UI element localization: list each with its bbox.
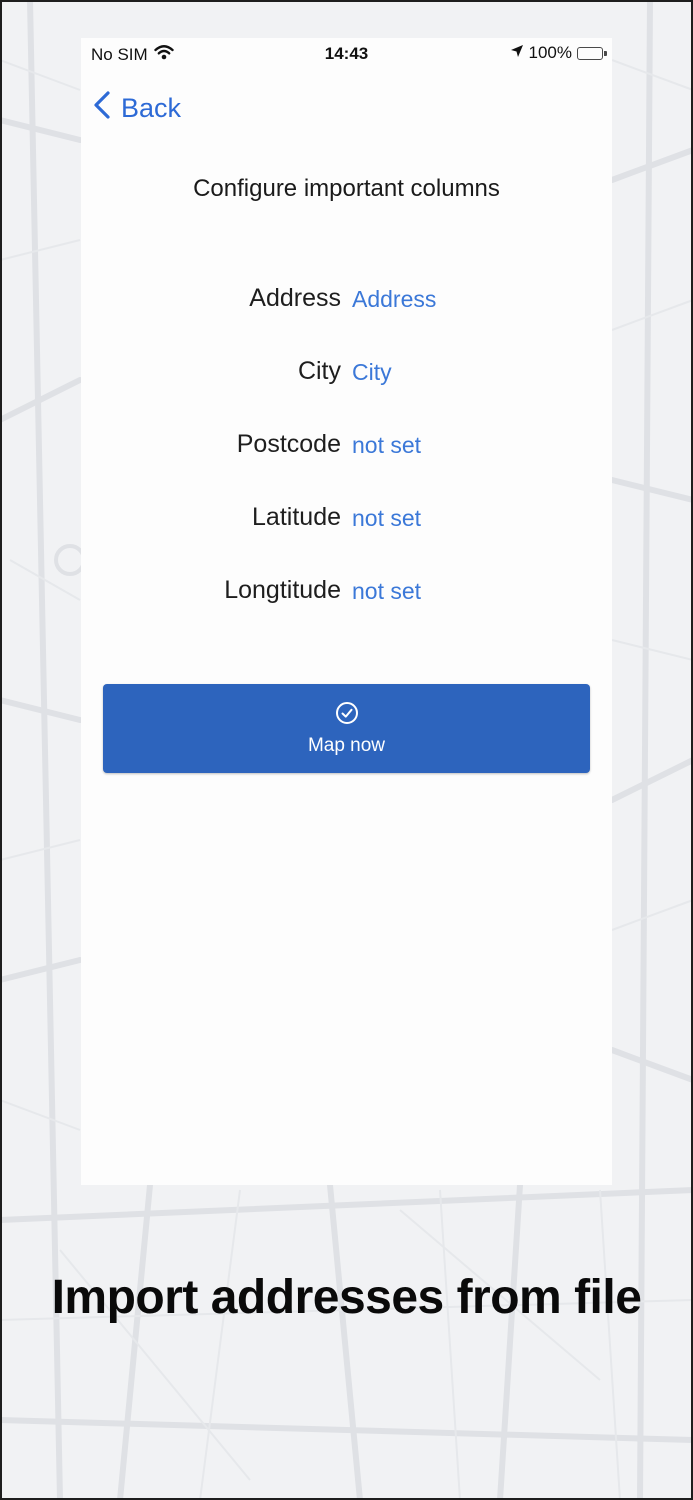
column-label: Longtitude — [224, 576, 341, 604]
column-label: Postcode — [236, 430, 341, 458]
check-circle-icon — [335, 701, 359, 730]
location-arrow-icon — [510, 43, 524, 63]
column-row-longtitude: Longtitude not set — [81, 570, 612, 610]
back-label: Back — [121, 93, 182, 123]
column-row-city: City City — [81, 351, 612, 391]
column-row-address: Address Address — [81, 278, 612, 318]
column-value-postcode[interactable]: not set — [352, 432, 421, 459]
system-status: 100% — [510, 43, 607, 63]
promo-caption: Import addresses from file — [51, 1271, 642, 1324]
map-now-label: Map now — [307, 734, 386, 756]
battery-percent: 100% — [528, 43, 572, 62]
column-label: Latitude — [252, 503, 341, 531]
battery-charging-icon — [577, 46, 607, 60]
column-row-latitude: Latitude not set — [81, 497, 612, 537]
column-row-postcode: Postcode not set — [81, 424, 612, 464]
page-title: Configure important columns — [193, 175, 500, 202]
column-label: Address — [249, 284, 341, 312]
phone-screen: No SIM 14:43 100% Back Configure importa… — [81, 38, 612, 1185]
map-now-button[interactable]: Map now — [103, 684, 590, 773]
back-button[interactable]: Back — [93, 90, 181, 127]
column-value-address[interactable]: Address — [352, 286, 436, 313]
column-value-city[interactable]: City — [352, 359, 392, 386]
chevron-left-icon — [93, 90, 111, 127]
column-label: City — [297, 357, 341, 385]
column-value-longtitude[interactable]: not set — [352, 578, 421, 605]
status-bar: No SIM 14:43 100% — [81, 38, 612, 72]
column-value-latitude[interactable]: not set — [352, 505, 421, 532]
